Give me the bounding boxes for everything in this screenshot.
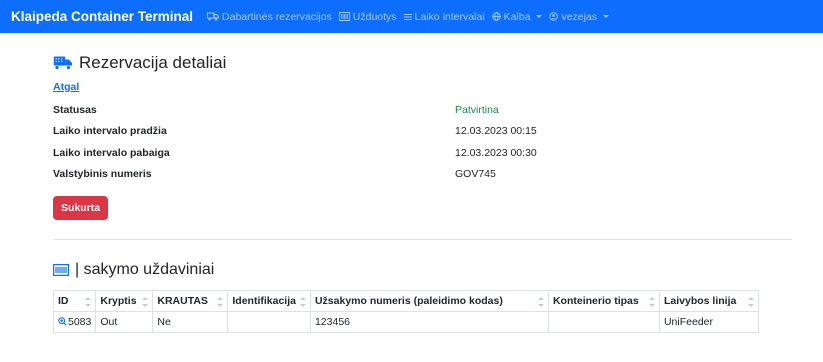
- tasks-table: ID Kryptis KRAUTAS Identifikacija Užsaky…: [52, 290, 759, 333]
- cell-shipping-line: UniFeeder: [658, 311, 759, 333]
- detail-row-status: Statusas Patvirtina: [53, 99, 733, 121]
- barcode-icon: [338, 12, 350, 21]
- nav-tasks[interactable]: Užduotys: [338, 10, 397, 23]
- sort-icon: [142, 297, 149, 307]
- sort-icon: [747, 297, 754, 307]
- brand-link[interactable]: Klaipeda Container Terminal: [11, 9, 193, 24]
- nav-current-reservations[interactable]: Dabartinės rezervacijos: [207, 11, 332, 23]
- table-header-row: ID Kryptis KRAUTAS Identifikacija Užsaky…: [52, 290, 759, 312]
- globe-icon: [491, 12, 501, 21]
- tasks-title-text: | sakymo uždaviniai: [75, 261, 215, 278]
- zoom-in-icon[interactable]: [58, 317, 67, 326]
- cell-id: 5083: [52, 311, 97, 333]
- detail-value: 12.03.2023 00:30: [455, 146, 537, 159]
- cell-cargo: Ne: [152, 311, 229, 333]
- top-navbar: Klaipeda Container Terminal Dabartinės r…: [0, 0, 823, 33]
- nav-language-dropdown[interactable]: Kalba: [491, 10, 543, 23]
- column-header-label: KRAUTAS: [157, 295, 208, 307]
- column-header-id[interactable]: ID: [52, 290, 97, 312]
- status-button[interactable]: Sukurta: [53, 196, 109, 220]
- column-header-label: Laivybos linija: [663, 295, 737, 307]
- divider: [53, 239, 792, 240]
- nav-language-label: Kalba: [503, 10, 531, 23]
- detail-value: GOV745: [455, 168, 496, 181]
- nav-time-intervals[interactable]: Laiko intervalai: [403, 10, 485, 23]
- detail-label: Laiko intervalo pabaiga: [53, 146, 170, 159]
- column-header-identification[interactable]: Identifikacija: [227, 290, 311, 312]
- sort-icon: [537, 297, 544, 307]
- page-title: Rezervacija detaliai: [53, 53, 226, 73]
- column-header-label: Identifikacija: [232, 295, 296, 307]
- list-icon: [403, 13, 412, 20]
- truck-icon: [207, 12, 220, 21]
- detail-row-interval-start: Laiko intervalo pradžia 12.03.2023 00:15: [53, 121, 733, 143]
- tasks-section-title: | sakymo uždaviniai: [53, 261, 214, 279]
- table-row: 5083 Out Ne 123456 UniFeeder: [52, 311, 759, 333]
- reservation-details: Statusas Patvirtina Laiko intervalo prad…: [53, 99, 733, 185]
- column-header-label: Užsakymo numeris (paleidimo kodas): [314, 295, 503, 307]
- column-header-label: Konteinerio tipas: [552, 295, 639, 307]
- column-header-cargo[interactable]: KRAUTAS: [152, 290, 229, 312]
- nav-time-intervals-label: Laiko intervalai: [414, 10, 485, 23]
- detail-value: 12.03.2023 00:15: [455, 125, 537, 138]
- cell-id-value: 5083: [68, 316, 92, 328]
- column-header-order-number[interactable]: Užsakymo numeris (paleidimo kodas): [309, 290, 549, 312]
- sort-icon: [299, 297, 306, 307]
- sort-icon: [85, 297, 92, 307]
- back-link[interactable]: Atgal: [53, 81, 79, 93]
- user-circle-icon: [549, 12, 559, 21]
- detail-label: Laiko intervalo pradžia: [53, 125, 167, 138]
- truck-icon: [53, 56, 72, 70]
- column-header-container-type[interactable]: Konteinerio tipas: [547, 290, 660, 312]
- detail-label: Statusas: [53, 103, 97, 116]
- detail-label: Valstybinis numeris: [53, 168, 152, 181]
- barcode-icon: [53, 264, 69, 276]
- column-header-label: ID: [58, 295, 69, 307]
- chevron-down-icon: [536, 15, 543, 18]
- nav-user-label: vezejas: [561, 10, 598, 23]
- sort-icon: [648, 297, 655, 307]
- column-header-label: Kryptis: [100, 295, 137, 307]
- sort-icon: [217, 297, 224, 307]
- nav-current-reservations-label: Dabartinės rezervacijos: [222, 10, 332, 23]
- cell-container-type: [547, 311, 660, 333]
- page-title-text: Rezervacija detaliai: [79, 53, 227, 72]
- cell-identification: [227, 311, 311, 333]
- nav-tasks-label: Užduotys: [352, 10, 397, 23]
- chevron-down-icon: [603, 15, 610, 18]
- detail-row-interval-end: Laiko intervalo pabaiga 12.03.2023 00:30: [53, 142, 733, 164]
- cell-order-number: 123456: [309, 311, 549, 333]
- cell-direction: Out: [95, 311, 154, 333]
- nav-user-dropdown[interactable]: vezejas: [549, 10, 610, 23]
- status-value: Patvirtina: [455, 103, 499, 116]
- detail-row-plate: Valstybinis numeris GOV745: [53, 164, 733, 186]
- column-header-direction[interactable]: Kryptis: [95, 290, 154, 312]
- column-header-shipping-line[interactable]: Laivybos linija: [658, 290, 759, 312]
